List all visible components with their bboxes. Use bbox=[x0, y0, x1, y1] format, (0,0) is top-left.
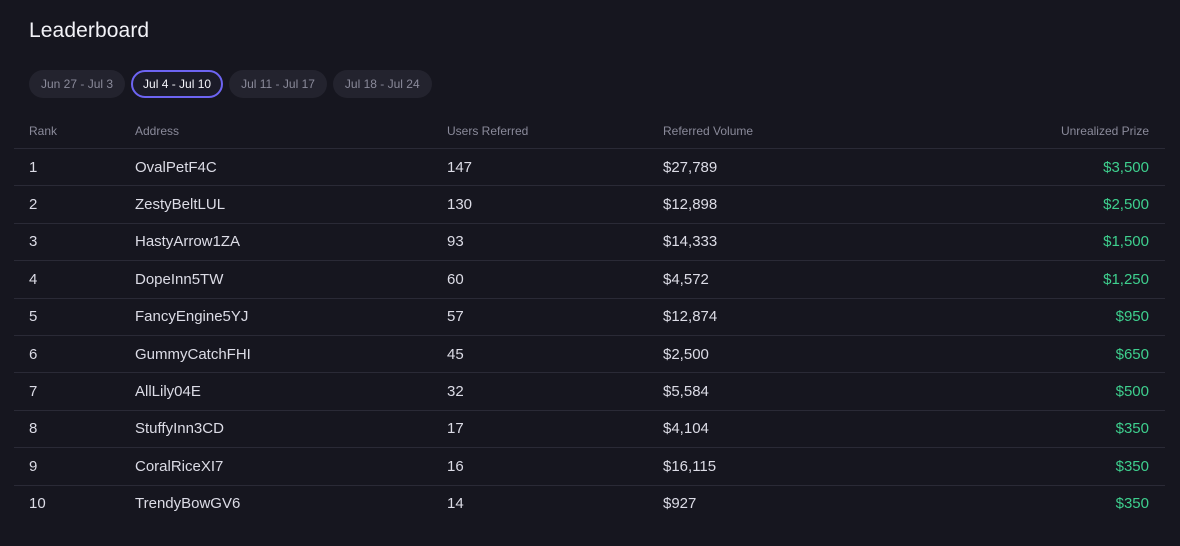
rank-cell: 3 bbox=[29, 233, 38, 251]
unrealized-prize-cell: $1,250 bbox=[1103, 270, 1149, 288]
referred-volume-cell: $2,500 bbox=[663, 345, 709, 363]
rank-cell: 4 bbox=[29, 270, 38, 288]
users-referred-cell: 16 bbox=[447, 457, 464, 475]
users-referred-cell: 14 bbox=[447, 495, 464, 513]
page-title: Leaderboard bbox=[29, 19, 150, 42]
unrealized-prize-cell: $350 bbox=[1115, 420, 1149, 438]
rank-cell: 2 bbox=[29, 196, 38, 214]
users-referred-cell: 45 bbox=[447, 345, 464, 363]
referred-volume-cell: $927 bbox=[663, 495, 697, 513]
column-header-rank: Rank bbox=[29, 124, 58, 138]
address-cell: GummyCatchFHI bbox=[135, 345, 251, 363]
address-cell: HastyArrow1ZA bbox=[135, 233, 241, 251]
tab-week-4[interactable]: Jul 18 - Jul 24 bbox=[332, 70, 432, 98]
rank-cell: 1 bbox=[29, 158, 38, 176]
users-referred-cell: 57 bbox=[447, 308, 464, 326]
tab-week-3[interactable]: Jul 11 - Jul 17 bbox=[229, 70, 327, 98]
unrealized-prize-cell: $1,500 bbox=[1103, 233, 1149, 251]
unrealized-prize-cell: $950 bbox=[1115, 308, 1149, 326]
address-cell: ZestyBeltLUL bbox=[135, 196, 226, 214]
table-row: 6 GummyCatchFHI 45 $2,500 $650 bbox=[14, 334, 1165, 372]
tab-week-2[interactable]: Jul 4 - Jul 10 bbox=[131, 70, 224, 98]
referred-volume-cell: $27,789 bbox=[663, 158, 718, 176]
week-tabs: Jun 27 - Jul 3 Jul 4 - Jul 10 Jul 11 - J… bbox=[29, 70, 432, 98]
table-row: 10 TrendyBowGV6 14 $927 $350 bbox=[14, 484, 1165, 522]
tab-week-1[interactable]: Jun 27 - Jul 3 bbox=[29, 70, 126, 98]
address-cell: OvalPetF4C bbox=[135, 158, 217, 176]
users-referred-cell: 17 bbox=[447, 420, 464, 438]
rank-cell: 7 bbox=[29, 383, 38, 401]
address-cell: TrendyBowGV6 bbox=[135, 495, 241, 513]
rank-cell: 8 bbox=[29, 420, 38, 438]
referred-volume-cell: $5,584 bbox=[663, 383, 709, 401]
unrealized-prize-cell: $3,500 bbox=[1103, 158, 1149, 176]
referred-volume-cell: $4,104 bbox=[663, 420, 709, 438]
referred-volume-cell: $16,115 bbox=[663, 457, 717, 475]
rank-cell: 5 bbox=[29, 308, 38, 326]
table-row: 5 FancyEngine5YJ 57 $12,874 $950 bbox=[14, 297, 1165, 335]
column-header-users-referred: Users Referred bbox=[447, 124, 529, 138]
column-header-unrealized-prize: Unrealized Prize bbox=[1060, 124, 1149, 138]
unrealized-prize-cell: $650 bbox=[1115, 345, 1149, 363]
table-row: 9 CoralRiceXI7 16 $16,115 $350 bbox=[14, 447, 1165, 484]
rank-cell: 9 bbox=[29, 457, 38, 475]
table-row: 8 StuffyInn3CD 17 $4,104 $350 bbox=[14, 409, 1165, 447]
address-cell: AllLily04E bbox=[135, 383, 201, 401]
users-referred-cell: 60 bbox=[447, 270, 464, 288]
column-header-referred-volume: Referred Volume bbox=[663, 124, 754, 138]
unrealized-prize-cell: $350 bbox=[1115, 495, 1149, 513]
referred-volume-cell: $4,572 bbox=[663, 270, 709, 288]
table-row: 2 ZestyBeltLUL 130 $12,898 $2,500 bbox=[14, 185, 1165, 222]
referred-volume-cell: $14,333 bbox=[663, 233, 718, 251]
users-referred-cell: 32 bbox=[447, 383, 464, 401]
table-row: 1 OvalPetF4C 147 $27,789 $3,500 bbox=[14, 148, 1165, 185]
address-cell: CoralRiceXI7 bbox=[135, 457, 224, 475]
address-cell: FancyEngine5YJ bbox=[135, 308, 249, 326]
address-cell: StuffyInn3CD bbox=[135, 420, 224, 438]
address-cell: DopeInn5TW bbox=[135, 270, 224, 288]
unrealized-prize-cell: $500 bbox=[1115, 383, 1149, 401]
rank-cell: 6 bbox=[29, 345, 38, 363]
referred-volume-cell: $12,898 bbox=[663, 196, 718, 214]
unrealized-prize-cell: $350 bbox=[1115, 457, 1149, 475]
table-row: 7 AllLily04E 32 $5,584 $500 bbox=[14, 372, 1165, 409]
leaderboard-page: Leaderboard Jun 27 - Jul 3 Jul 4 - Jul 1… bbox=[0, 0, 1180, 546]
rank-cell: 10 bbox=[29, 495, 46, 513]
table-row: 4 DopeInn5TW 60 $4,572 $1,250 bbox=[14, 260, 1165, 297]
referred-volume-cell: $12,874 bbox=[663, 308, 718, 326]
column-header-address: Address bbox=[135, 124, 180, 138]
table-row: 3 HastyArrow1ZA 93 $14,333 $1,500 bbox=[14, 222, 1165, 260]
users-referred-cell: 147 bbox=[447, 158, 473, 176]
leaderboard-table: Rank Address Users Referred Referred Vol… bbox=[14, 114, 1165, 522]
table-header: Rank Address Users Referred Referred Vol… bbox=[14, 114, 1165, 148]
unrealized-prize-cell: $2,500 bbox=[1103, 196, 1149, 214]
users-referred-cell: 130 bbox=[447, 196, 473, 214]
users-referred-cell: 93 bbox=[447, 233, 464, 251]
